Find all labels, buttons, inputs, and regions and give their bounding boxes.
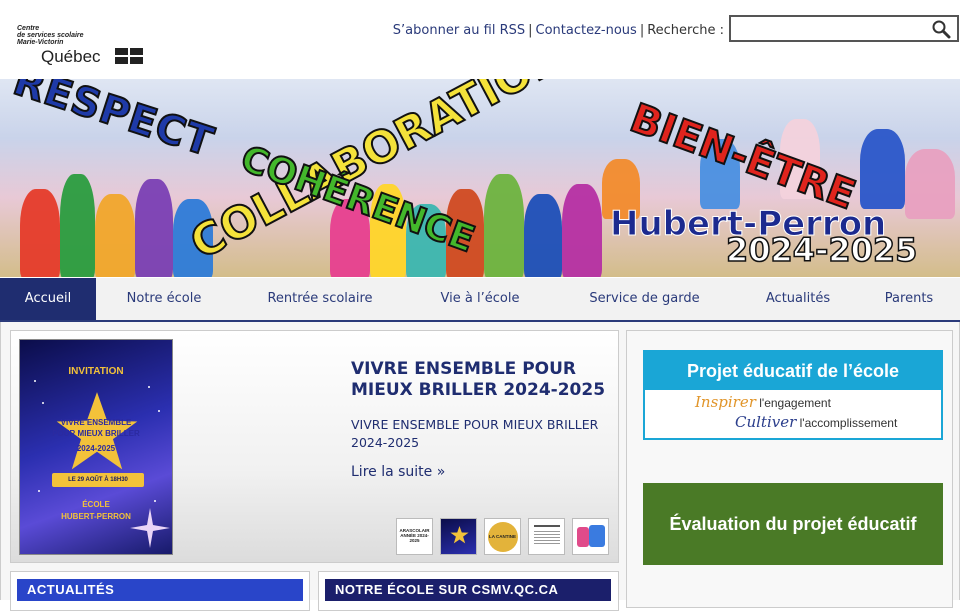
invitation-poster[interactable]: INVITATION VIVRE ENSEMBLE POUR MIEUX BRI…: [19, 339, 173, 555]
contact-link[interactable]: Contactez-nous: [536, 23, 637, 38]
projet-educatif-line-2: Cultiver l'accomplissement: [735, 413, 897, 431]
search-box: [729, 15, 959, 42]
projet-line-2-emphasis: Cultiver: [735, 413, 797, 431]
projet-line-2-rest: l'accomplissement: [796, 416, 898, 430]
thumbnail-2[interactable]: [440, 518, 477, 555]
site-header: Centre de services scolaire Marie-Victor…: [0, 0, 960, 79]
thumbnail-label: LA CANTINE: [488, 534, 517, 539]
news-box-header: ACTUALITÉS: [17, 579, 303, 601]
link-separator: |: [639, 23, 645, 38]
featured-slider: INVITATION VIVRE ENSEMBLE POUR MIEUX BRI…: [10, 330, 619, 563]
evaluation-projet-button[interactable]: Évaluation du projet éducatif: [643, 483, 943, 565]
poster-line-2: POUR MIEUX BRILLER: [52, 429, 140, 438]
logo-line-1: Centre: [17, 25, 40, 32]
banner-word-bien-etre: BIEN-ÊTRE: [623, 94, 862, 220]
projet-educatif-line-1: Inspirer l'engagement: [695, 393, 831, 411]
link-separator: |: [528, 23, 533, 38]
csmv-logo[interactable]: Centre de services scolaire Marie-Victor…: [16, 25, 146, 69]
quebec-wordmark: Québec: [41, 47, 101, 66]
feature-description: VIVRE ENSEMBLE POUR MIEUX BRILLER 2024-2…: [351, 417, 599, 450]
tab-accueil[interactable]: Accueil: [0, 278, 96, 320]
csmv-box-header: NOTRE ÉCOLE SUR CSMV.QC.CA: [325, 579, 611, 601]
poster-line-1: VIVRE ENSEMBLE: [60, 418, 132, 427]
logo-line-2: de services scolaire: [17, 32, 84, 39]
tab-parents[interactable]: Parents: [870, 278, 948, 320]
thumbnail-label: ARASCOLAIR ANNÉE 2024-2025: [399, 528, 430, 543]
search-label: Recherche :: [647, 23, 724, 38]
main-nav: Accueil Notre école Rentrée scolaire Vie…: [0, 278, 960, 322]
news-box: ACTUALITÉS: [10, 571, 310, 611]
csmv-box: NOTRE ÉCOLE SUR CSMV.QC.CA: [318, 571, 619, 611]
quebec-flag-icon: [115, 48, 143, 64]
banner-year: 2024-2025: [725, 230, 918, 270]
top-links: S’abonner au fil RSS | Contactez-nous | Rech…: [393, 23, 724, 38]
sparkle-icon: [130, 508, 170, 548]
poster-invitation: INVITATION: [68, 366, 124, 377]
poster-date: LE 29 AOÛT À 18H30: [52, 473, 144, 487]
sidebar: Projet éducatif de l’école Inspirer l'en…: [626, 330, 953, 608]
main-content: INVITATION VIVRE ENSEMBLE POUR MIEUX BRI…: [0, 322, 960, 611]
search-input[interactable]: [735, 17, 925, 40]
thumbnail-5[interactable]: [572, 518, 609, 555]
feature-title[interactable]: VIVRE ENSEMBLE POUR MIEUX BRILLER 2024-2…: [351, 359, 611, 401]
banner-word-respect: RESPECT: [7, 79, 220, 167]
tab-rentree-scolaire[interactable]: Rentrée scolaire: [250, 278, 390, 320]
projet-line-1-emphasis: Inspirer: [695, 393, 756, 411]
poster-line-3: 2024-2025: [76, 444, 116, 453]
search-icon[interactable]: [931, 19, 951, 39]
tab-actualites[interactable]: Actualités: [745, 278, 851, 320]
thumbnail-1[interactable]: ARASCOLAIR ANNÉE 2024-2025: [396, 518, 433, 555]
star-icon: [450, 526, 469, 544]
projet-educatif-title: Projet éducatif de l’école: [645, 352, 941, 390]
projet-educatif-banner[interactable]: Projet éducatif de l’école Inspirer l'en…: [643, 350, 943, 440]
read-more-link[interactable]: Lire la suite »: [351, 464, 445, 480]
projet-line-1-rest: l'engagement: [755, 396, 831, 410]
tab-notre-ecole[interactable]: Notre école: [110, 278, 218, 320]
rss-link[interactable]: S’abonner au fil RSS: [393, 23, 525, 38]
tab-service-de-garde[interactable]: Service de garde: [572, 278, 717, 320]
school-banner: RESPECT COLLABORATION COHÉRENCE BIEN-ÊTR…: [0, 79, 960, 277]
logo-line-3: Marie-Victorin: [17, 39, 64, 46]
thumbnail-3[interactable]: LA CANTINE: [484, 518, 521, 555]
tab-vie-a-l-ecole[interactable]: Vie à l’école: [425, 278, 535, 320]
thumbnail-4[interactable]: [528, 518, 565, 555]
